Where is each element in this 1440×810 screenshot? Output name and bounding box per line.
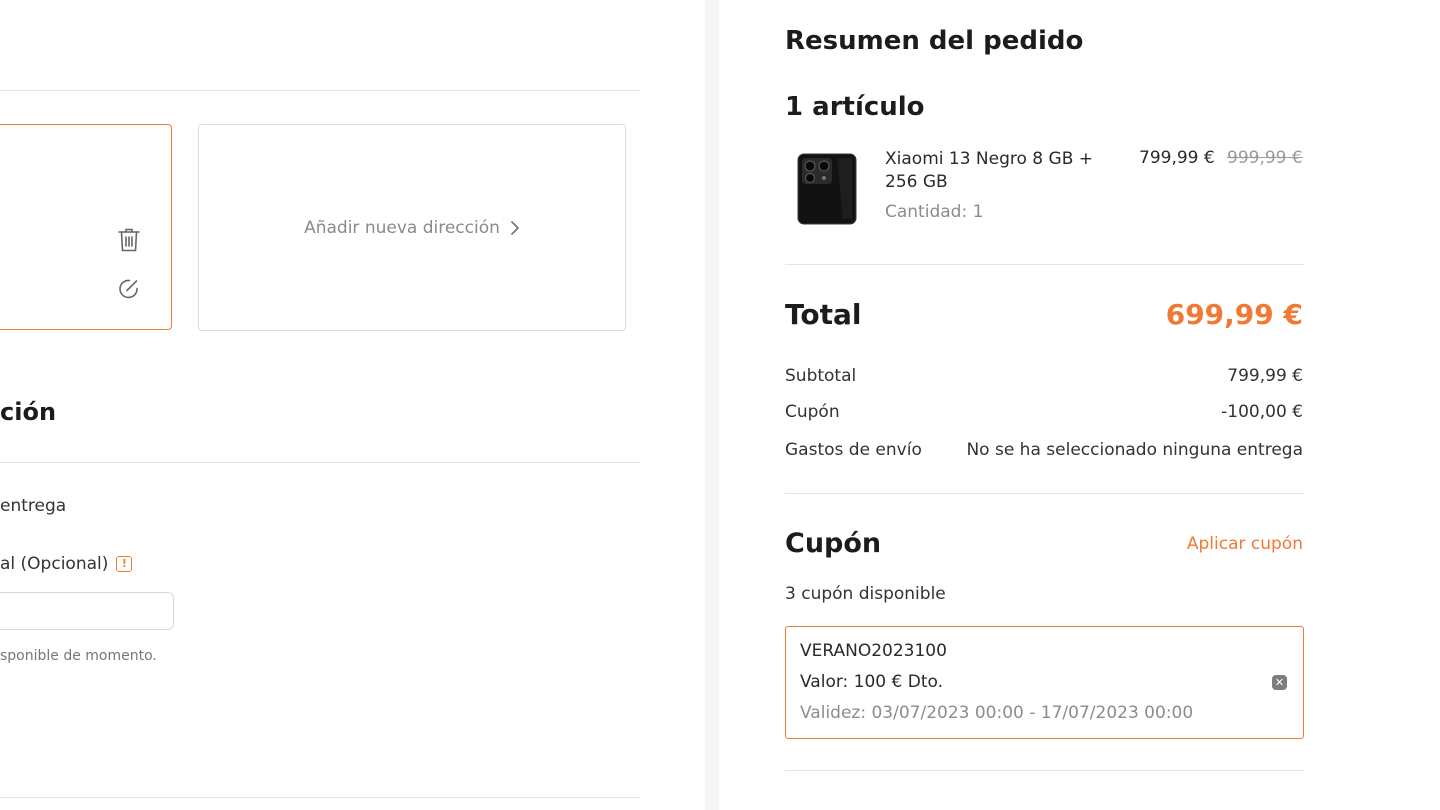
applied-coupon-card[interactable]: VERANO2023100 Valor: 100 € Dto. Validez:… xyxy=(785,626,1304,739)
add-new-address-label: Añadir nueva dirección xyxy=(304,217,500,238)
product-price: 799,99 € xyxy=(1139,148,1215,168)
items-count: 1 artículo xyxy=(785,92,925,122)
product-old-price: 999,99 € xyxy=(1227,148,1303,168)
trash-icon[interactable] xyxy=(116,227,142,253)
divider-top-left xyxy=(0,90,640,91)
subtotal-value: 799,99 € xyxy=(1227,366,1303,386)
apply-coupon-link[interactable]: Aplicar cupón xyxy=(1187,534,1303,554)
optional-field-label: al (Opcional)! xyxy=(0,554,133,574)
coupon-value: Valor: 100 € Dto. xyxy=(800,672,944,692)
optional-field-label-text: al (Opcional) xyxy=(0,554,109,574)
product-image xyxy=(797,153,857,225)
product-quantity: Cantidad: 1 xyxy=(885,202,984,222)
divider-bottom-left xyxy=(0,797,640,798)
total-value: 699,99 € xyxy=(1165,298,1303,331)
chevron-right-icon xyxy=(511,220,519,235)
divider-after-totals xyxy=(785,493,1304,494)
shipping-value: No se ha seleccionado ninguna entrega xyxy=(966,440,1303,460)
subtotal-label: Subtotal xyxy=(785,366,857,386)
add-new-address-button[interactable]: Añadir nueva dirección xyxy=(198,124,626,331)
column-gutter xyxy=(705,0,719,810)
left-section-heading: ción xyxy=(0,398,57,426)
total-label: Total xyxy=(785,298,862,331)
coupon-code: VERANO2023100 xyxy=(800,641,947,661)
divider-bottom-right xyxy=(785,770,1304,771)
info-icon[interactable]: ! xyxy=(116,555,133,572)
optional-input[interactable] xyxy=(0,592,174,630)
coupons-available: 3 cupón disponible xyxy=(785,584,946,604)
shipping-label: Gastos de envío xyxy=(785,440,922,460)
coupon-validity: Validez: 03/07/2023 00:00 - 17/07/2023 0… xyxy=(800,703,1194,723)
coupon-discount-value: -100,00 € xyxy=(1221,402,1303,422)
coupon-heading: Cupón xyxy=(785,528,882,559)
divider-after-items xyxy=(785,264,1304,265)
delivery-option-text: entrega xyxy=(0,496,67,516)
availability-note: sponible de momento. xyxy=(0,648,157,664)
coupon-discount-label: Cupón xyxy=(785,402,840,422)
product-name: Xiaomi 13 Negro 8 GB + 256 GB xyxy=(885,149,1094,192)
edit-icon[interactable] xyxy=(116,276,142,302)
order-summary-title: Resumen del pedido xyxy=(785,26,1084,56)
selected-address-card[interactable] xyxy=(0,124,172,330)
close-icon[interactable]: ✕ xyxy=(1272,675,1287,690)
divider-mid-left xyxy=(0,462,640,463)
